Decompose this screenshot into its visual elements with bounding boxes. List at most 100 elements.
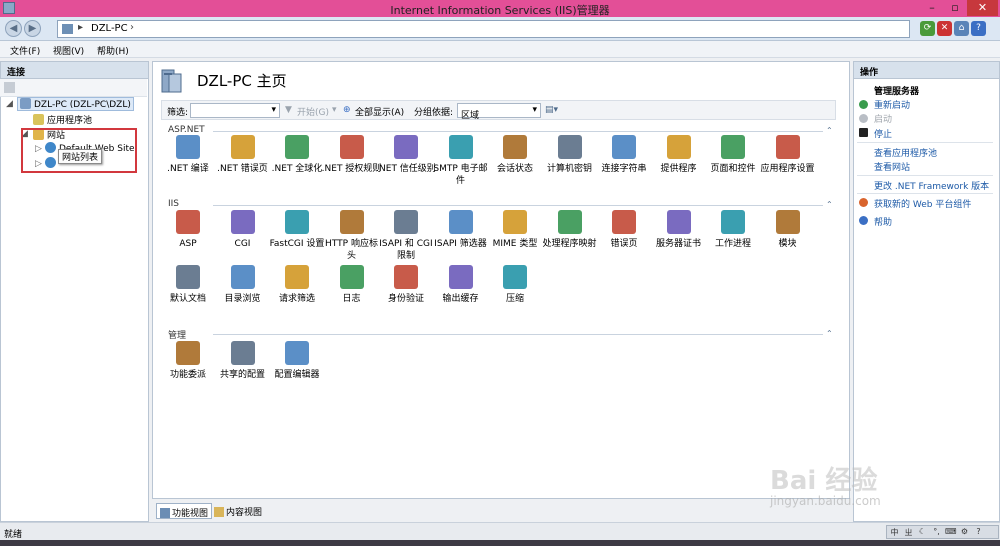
back-button[interactable]: ◀ [5, 20, 22, 37]
feature-item[interactable]: 工作进程 [703, 210, 763, 250]
feature-item[interactable]: FastCGI 设置 [267, 210, 327, 250]
feature-item[interactable]: ISAPI 和 CGI 限制 [376, 210, 436, 262]
pages-controls-icon [721, 135, 745, 159]
ime-icon[interactable]: 中 [889, 527, 900, 538]
ime-mode-icon[interactable]: ㄓ [903, 527, 914, 538]
content-view-icon [214, 507, 224, 517]
feature-label: 日志 [342, 294, 361, 304]
authentication-icon [394, 265, 418, 289]
feature-item[interactable]: CGI [213, 210, 273, 250]
feature-item[interactable]: 连接字符串 [594, 135, 654, 175]
restart-link[interactable]: 重新启动 [874, 98, 910, 111]
minimize-button[interactable]: – [921, 0, 943, 16]
feature-label: 会话状态 [496, 164, 533, 174]
menu-file[interactable]: 文件(F) [10, 44, 40, 57]
feature-item[interactable]: 应用程序设置 [758, 135, 818, 175]
view-sites-link[interactable]: 查看网站 [874, 160, 910, 173]
feature-label: 连接字符串 [601, 164, 647, 174]
filter-input[interactable]: ▾ [190, 103, 280, 118]
tree-server-node[interactable]: DZL-PC (DZL-PC\DZL) [17, 97, 134, 111]
help-link[interactable]: 帮助 [874, 215, 892, 228]
stop-icon[interactable]: ✕ [937, 21, 952, 36]
feature-item[interactable]: 错误页 [594, 210, 654, 250]
dropdown-icon[interactable]: ▾ [332, 105, 337, 115]
feature-item[interactable]: 输出缓存 [431, 265, 491, 305]
get-web-components-link[interactable]: 获取新的 Web 平台组件 [874, 197, 971, 210]
menu-help[interactable]: 帮助(H) [97, 44, 129, 57]
close-button[interactable]: ✕ [967, 0, 998, 16]
feature-item[interactable]: 配置编辑器 [267, 341, 327, 381]
feature-label: 应用程序设置 [760, 164, 815, 174]
feature-item[interactable]: 计算机密钥 [540, 135, 600, 175]
address-field[interactable]: ▸ DZL-PC › [57, 20, 910, 38]
feature-item[interactable]: 请求筛选 [267, 265, 327, 305]
directory-browsing-icon [230, 265, 255, 289]
net-globalization-icon [285, 135, 309, 159]
feature-item[interactable]: .NET 信任级别 [376, 135, 436, 175]
logging-icon [339, 265, 364, 289]
watermark: Bai 经验 [770, 466, 878, 496]
separator [857, 175, 993, 176]
feature-item[interactable]: 压缩 [485, 265, 545, 305]
punctuation-icon[interactable]: °, [931, 527, 942, 538]
feature-item[interactable]: 日志 [322, 265, 382, 305]
feature-item[interactable]: 处理程序映射 [540, 210, 600, 250]
change-framework-link[interactable]: 更改 .NET Framework 版本 [874, 179, 989, 192]
collapse-group-icon[interactable]: ⌃ [826, 126, 833, 135]
group-divider [213, 334, 823, 335]
feature-item[interactable]: 功能委派 [158, 341, 218, 381]
collapse-group-icon[interactable]: ⌃ [826, 200, 833, 209]
maximize-button[interactable]: ▫ [944, 0, 966, 16]
feature-label: 计算机密钥 [546, 164, 592, 174]
help-icon[interactable]: ? [973, 527, 984, 538]
moon-icon[interactable]: ☾ [917, 527, 928, 538]
expand-toggle-icon[interactable]: ◢ [6, 99, 13, 109]
feature-item[interactable]: .NET 全球化 [267, 135, 327, 175]
tab-content-view[interactable]: 内容视图 [211, 503, 265, 519]
start-link[interactable]: 启动 [874, 112, 892, 125]
fastcgi-icon [285, 210, 309, 234]
feature-item[interactable]: .NET 编译 [158, 135, 218, 175]
help-icon[interactable]: ? [971, 21, 986, 36]
tab-features-view[interactable]: 功能视图 [156, 503, 213, 519]
feature-item[interactable]: SMTP 电子邮件 [431, 135, 491, 187]
settings-icon[interactable]: ⚙ [959, 527, 970, 538]
refresh-icon[interactable]: ⟳ [920, 21, 935, 36]
home-icon[interactable]: ⌂ [954, 21, 969, 36]
separator [857, 142, 993, 143]
address-segment[interactable]: DZL-PC [91, 23, 128, 34]
feature-label: 压缩 [505, 294, 524, 304]
feature-item[interactable]: 身份验证 [376, 265, 436, 305]
feature-item[interactable]: 模块 [758, 210, 818, 250]
start-button[interactable]: 开始(G) [297, 105, 329, 118]
feature-item[interactable]: .NET 错误页 [213, 135, 273, 175]
compression-icon [503, 265, 527, 289]
feature-item[interactable]: 页面和控件 [703, 135, 763, 175]
asp-icon [176, 210, 200, 234]
menu-view[interactable]: 视图(V) [53, 44, 84, 57]
view-mode-icon[interactable]: ▤▾ [545, 105, 558, 115]
feature-item[interactable]: ISAPI 筛选器 [431, 210, 491, 250]
feature-label: SMTP 电子邮件 [433, 164, 488, 186]
feature-item[interactable]: 会话状态 [485, 135, 545, 175]
show-all-button[interactable]: 全部显示(A) [355, 105, 404, 118]
stop-link[interactable]: 停止 [874, 127, 892, 140]
collapse-group-icon[interactable]: ⌃ [826, 329, 833, 338]
view-app-pools-link[interactable]: 查看应用程序池 [874, 146, 937, 159]
feature-item[interactable]: HTTP 响应标头 [322, 210, 382, 262]
feature-item[interactable]: 默认文档 [158, 265, 218, 305]
tree-app-pools[interactable]: 应用程序池 [33, 113, 92, 126]
feature-item[interactable]: 共享的配置 [213, 341, 273, 381]
group-by-select[interactable]: 区域 ▾ [457, 103, 541, 121]
connect-icon[interactable] [4, 82, 15, 93]
feature-item[interactable]: 提供程序 [649, 135, 709, 175]
keyboard-icon[interactable]: ⌨ [945, 527, 957, 538]
chevron-right-icon[interactable]: › [130, 22, 134, 33]
feature-item[interactable]: .NET 授权规则 [322, 135, 382, 175]
feature-item[interactable]: 目录浏览 [213, 265, 273, 305]
feature-item[interactable]: 服务器证书 [649, 210, 709, 250]
feature-item[interactable]: MIME 类型 [485, 210, 545, 250]
feature-item[interactable]: ASP [158, 210, 218, 250]
forward-button[interactable]: ▶ [24, 20, 41, 37]
isapi-cgi-icon [394, 210, 418, 234]
